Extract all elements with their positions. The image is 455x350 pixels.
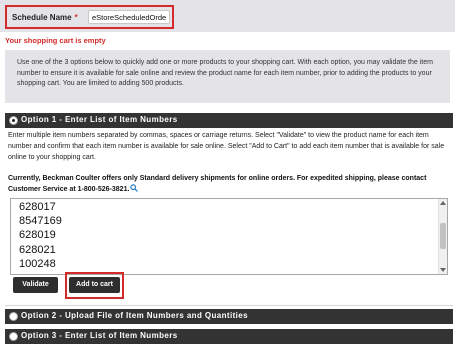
option-3-header[interactable]: Option 3 - Enter List of Item Numbers: [5, 329, 453, 344]
section-divider: [5, 305, 453, 306]
schedule-name-label: Schedule Name *: [12, 13, 78, 22]
cart-empty-message: Your shopping cart is empty: [5, 36, 106, 45]
add-to-cart-button[interactable]: Add to cart: [69, 277, 120, 293]
required-mark: *: [74, 13, 78, 22]
item-number: 8547169: [19, 215, 62, 228]
option-2-label: Option 2 - Upload File of Item Numbers a…: [21, 311, 248, 320]
shipping-notice-text: Currently, Beckman Coulter offers only S…: [8, 175, 427, 193]
item-number: 100248: [19, 257, 56, 270]
schedule-name-input[interactable]: [88, 10, 170, 24]
item-number: 628017: [19, 201, 56, 213]
option-3-label: Option 3 - Enter List of Item Numbers: [21, 331, 178, 340]
item-numbers-list: 628017 8547169 628019 628021 100248: [19, 200, 62, 271]
instructions-panel: Use one of the 3 options below to quickl…: [5, 50, 450, 103]
option-1-label: Option 1 - Enter List of Item Numbers: [21, 115, 178, 124]
textarea-scrollbar[interactable]: [438, 199, 447, 274]
validate-button[interactable]: Validate: [13, 277, 58, 293]
item-number: 628021: [19, 243, 56, 256]
schedule-name-highlight: Schedule Name *: [5, 5, 174, 29]
option-1-description: Enter multiple item numbers separated by…: [8, 132, 445, 161]
scroll-thumb[interactable]: [440, 223, 446, 249]
option-2-header[interactable]: Option 2 - Upload File of Item Numbers a…: [5, 309, 453, 324]
option-1-radio[interactable]: [9, 116, 18, 125]
option-1-header[interactable]: Option 1 - Enter List of Item Numbers: [5, 113, 453, 128]
option-2-radio[interactable]: [9, 312, 18, 321]
item-numbers-textarea[interactable]: 628017 8547169 628019 628021 100248: [10, 198, 448, 275]
instructions-text: Use one of the 3 options below to quickl…: [17, 59, 433, 87]
shipping-notice: Currently, Beckman Coulter offers only S…: [8, 173, 444, 195]
item-number: 628019: [19, 229, 56, 242]
option-3-radio[interactable]: [9, 332, 18, 341]
scroll-down-arrow-icon[interactable]: [440, 268, 446, 272]
schedule-bar: Schedule Name *: [0, 0, 455, 32]
scroll-up-arrow-icon[interactable]: [440, 201, 446, 205]
search-icon[interactable]: [130, 184, 139, 192]
